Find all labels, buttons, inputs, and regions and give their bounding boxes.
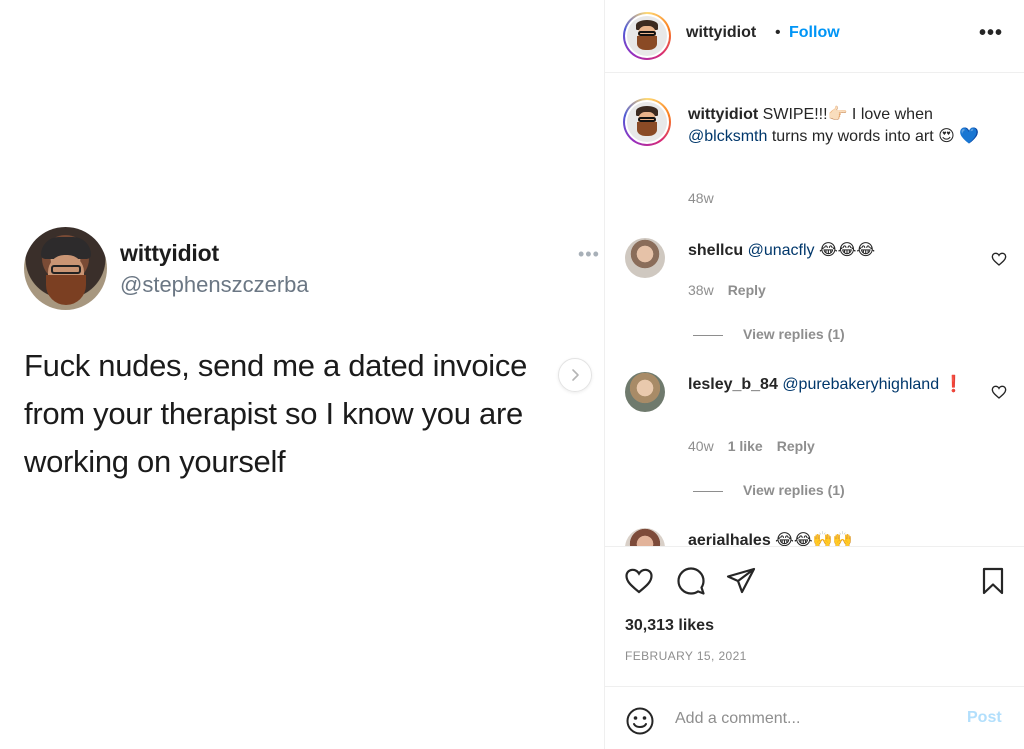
caption-username[interactable]: wittyidiot <box>688 106 758 123</box>
add-comment-bar: Post <box>605 686 1024 749</box>
header-separator: • <box>775 24 781 41</box>
comment-username[interactable]: shellcu <box>688 242 743 259</box>
caption-avatar[interactable] <box>623 98 671 146</box>
like-comment-heart-icon[interactable] <box>991 384 1007 400</box>
comment-likes[interactable]: 1 like <box>728 438 763 454</box>
comment-input[interactable] <box>675 705 955 733</box>
tweet-author-handle: @stephenszczerba <box>120 272 309 297</box>
post-header: wittyidiot • Follow ••• <box>605 0 1024 73</box>
comment-mention[interactable]: @unacfly <box>748 242 815 259</box>
reply-button[interactable]: Reply <box>777 438 815 454</box>
emoji-smiley-icon[interactable] <box>625 706 655 736</box>
comment-meta: 38w Reply <box>688 282 766 298</box>
post-date: FEBRUARY 15, 2021 <box>625 649 747 663</box>
post-actions: 30,313 likes FEBRUARY 15, 2021 <box>605 546 1024 686</box>
post-comment-button[interactable]: Post <box>967 709 1002 727</box>
post-media: wittyidiot @stephenszczerba ••• Fuck nud… <box>0 0 604 749</box>
comment-avatar[interactable] <box>625 372 665 412</box>
comment-bubble-icon[interactable] <box>675 565 707 597</box>
next-slide-button[interactable] <box>558 358 592 392</box>
tweet-text: Fuck nudes, send me a dated invoice from… <box>24 348 528 479</box>
comment-username[interactable]: lesley_b_84 <box>688 376 778 393</box>
likes-count[interactable]: 30,313 likes <box>625 617 714 635</box>
comment-text: lesley_b_84 @purebakeryhighland ❗ <box>688 376 964 393</box>
like-comment-heart-icon[interactable] <box>991 251 1007 267</box>
caption-mention[interactable]: @blcksmth <box>688 128 767 145</box>
more-options-icon[interactable]: ••• <box>979 22 1003 45</box>
bookmark-save-icon[interactable] <box>977 565 1009 597</box>
view-replies-button[interactable]: View replies (1) <box>693 326 845 342</box>
comment-text: aerialhales 😂😂🙌🙌 <box>688 530 988 546</box>
follow-button[interactable]: Follow <box>789 24 840 42</box>
share-send-icon[interactable] <box>725 565 757 597</box>
view-replies-button[interactable]: View replies (1) <box>693 482 845 498</box>
caption-age: 48w <box>688 190 714 206</box>
comment-avatar[interactable] <box>625 238 665 278</box>
tweet-avatar <box>24 227 107 310</box>
tweet-author-name: wittyidiot <box>120 240 219 266</box>
comment-username[interactable]: aerialhales <box>688 532 771 546</box>
like-heart-icon[interactable] <box>623 565 655 597</box>
tweet-more-icon: ••• <box>578 244 600 264</box>
chevron-right-icon <box>572 369 579 381</box>
comment-avatar[interactable] <box>625 528 665 546</box>
comment-meta: 40w 1 like Reply <box>688 438 815 454</box>
caption-text: wittyidiot SWIPE!!!👉🏻 I love when @blcks… <box>688 106 980 145</box>
profile-avatar[interactable] <box>623 12 671 60</box>
comments-list[interactable]: wittyidiot SWIPE!!!👉🏻 I love when @blcks… <box>605 74 1024 546</box>
post-panel: wittyidiot • Follow ••• wittyidiot SWIPE… <box>604 0 1024 749</box>
header-username[interactable]: wittyidiot <box>686 24 756 42</box>
reply-button[interactable]: Reply <box>728 282 766 298</box>
comment-age: 38w <box>688 282 714 298</box>
comment-text: shellcu @unacfly 😂😂😂 <box>688 242 876 259</box>
comment-age: 40w <box>688 438 714 454</box>
comment-mention[interactable]: @purebakeryhighland <box>782 376 939 393</box>
